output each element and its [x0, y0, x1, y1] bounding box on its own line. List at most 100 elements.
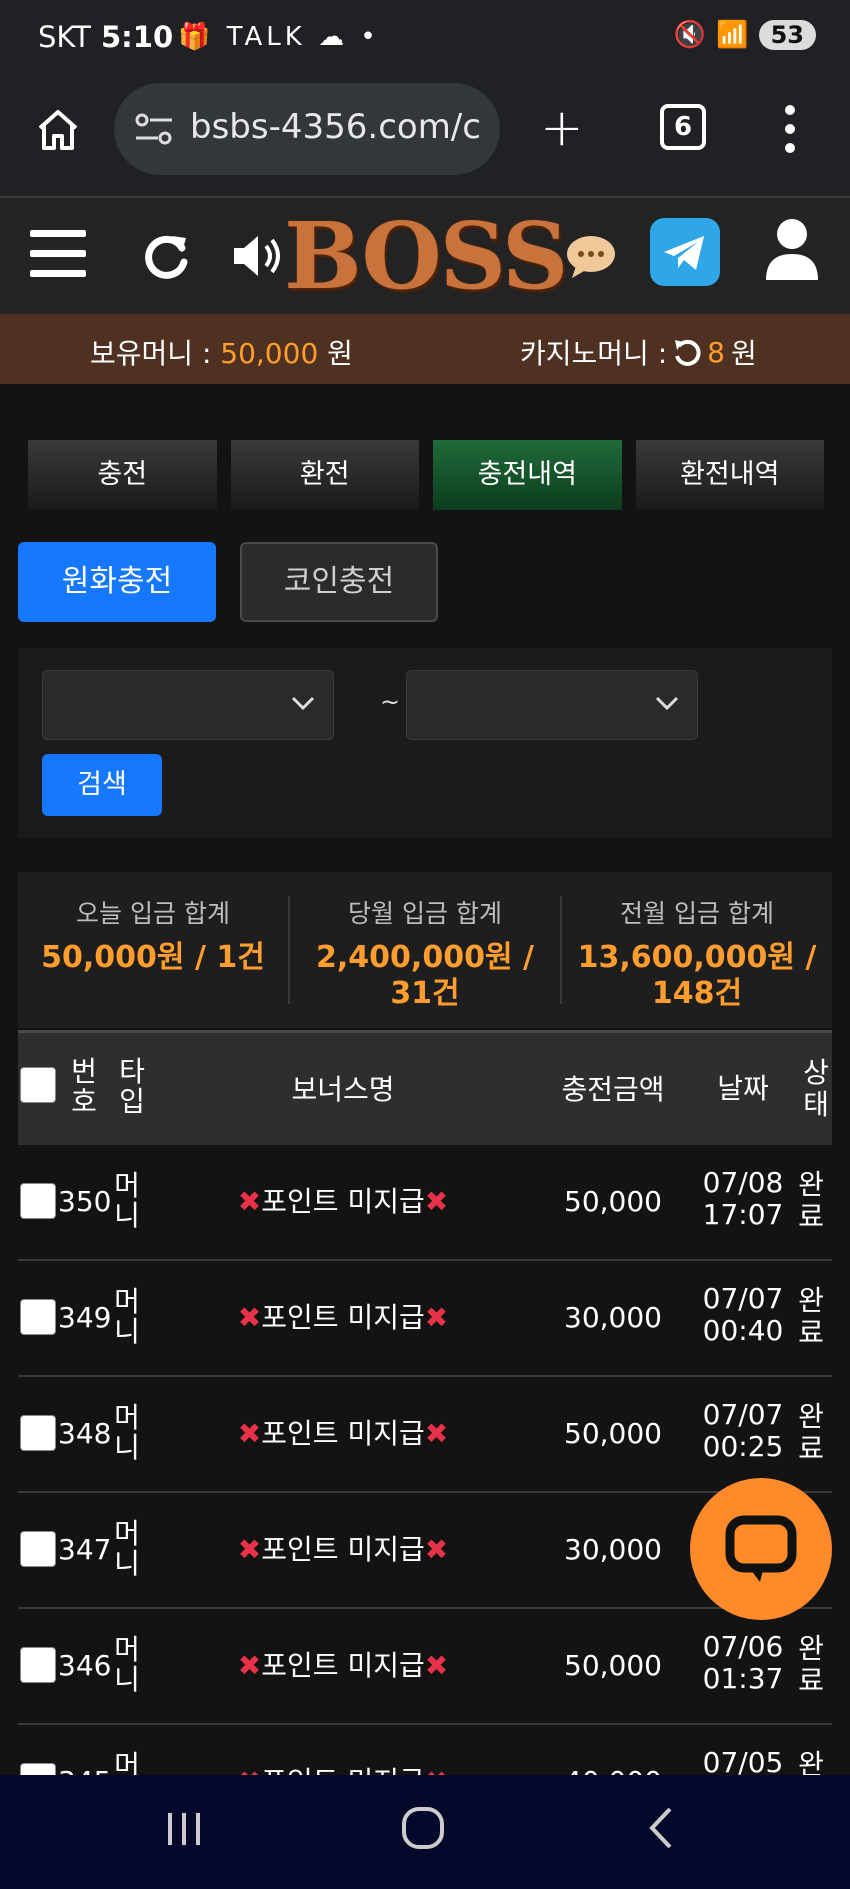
row-checkbox[interactable]: [20, 1647, 56, 1683]
row-status: 완료: [798, 1168, 824, 1233]
menu-icon[interactable]: [30, 230, 86, 278]
browser-toolbar: bsbs-4356.com/c + 6: [0, 78, 850, 198]
row-status: 완료: [798, 1284, 824, 1349]
casino-refresh-icon[interactable]: [673, 338, 701, 366]
bonus-name: 포인트 미지급: [261, 1185, 425, 1218]
back-icon[interactable]: [646, 1805, 676, 1851]
site-settings-icon[interactable]: [134, 111, 174, 147]
bonus-name: 포인트 미지급: [261, 1417, 425, 1450]
user-icon[interactable]: [764, 218, 820, 280]
live-chat-button[interactable]: [690, 1478, 832, 1620]
range-separator: ~: [380, 688, 401, 716]
carrier-label: SKT: [38, 20, 91, 54]
chat-icon[interactable]: [566, 234, 616, 278]
table-row[interactable]: 348 머니 ✖포인트 미지급✖ 50,000 07/07 00:25 완료: [18, 1377, 832, 1493]
header-number: 번호: [71, 1055, 97, 1118]
row-bonus: ✖포인트 미지급✖: [168, 1185, 518, 1219]
end-date-select[interactable]: [406, 670, 698, 740]
header-type: 타입: [119, 1055, 145, 1118]
row-type: 머니: [114, 1169, 140, 1232]
system-nav-bar: [0, 1775, 850, 1889]
main-tabs: 충전 환전 충전내역 환전내역: [28, 440, 824, 510]
more-menu-icon[interactable]: [780, 104, 800, 154]
x-mark-icon: ✖: [424, 1417, 449, 1450]
row-date: 07/07 00:40: [678, 1283, 808, 1347]
summary-label: 당월 입금 합계: [348, 899, 502, 928]
tab-krw-charge[interactable]: 원화충전: [18, 542, 216, 622]
header-status: 상태: [803, 1056, 829, 1121]
new-tab-button[interactable]: +: [540, 102, 584, 154]
x-mark-icon: ✖: [237, 1417, 262, 1450]
x-mark-icon: ✖: [424, 1649, 449, 1682]
tab-exchange-history[interactable]: 환전내역: [635, 440, 824, 510]
system-icons: 🔇 📶 53: [674, 20, 816, 50]
row-status: 완료: [798, 1400, 824, 1465]
start-date-select[interactable]: [42, 670, 334, 740]
table-header: 번호 타입 보너스명 충전금액 날짜 상태: [18, 1030, 832, 1145]
row-number: 346: [58, 1649, 112, 1682]
tab-charge[interactable]: 충전: [28, 440, 217, 510]
bonus-name: 포인트 미지급: [261, 1649, 425, 1682]
select-all-checkbox[interactable]: [20, 1067, 56, 1103]
row-date-time: 01:37: [702, 1662, 784, 1695]
url-text: bsbs-4356.com/c: [190, 107, 481, 147]
row-number: 350: [58, 1185, 112, 1218]
summary-label: 전월 입금 합계: [620, 899, 774, 928]
row-date-day: 07/08: [702, 1166, 784, 1199]
casino-label: 카지노머니 :: [520, 337, 668, 370]
row-amount: 50,000: [564, 1417, 662, 1450]
telegram-icon[interactable]: [650, 218, 720, 286]
row-type: 머니: [114, 1517, 140, 1580]
home-icon[interactable]: [34, 106, 82, 154]
tab-coin-charge[interactable]: 코인충전: [240, 542, 438, 622]
row-checkbox[interactable]: [20, 1299, 56, 1335]
tab-charge-history[interactable]: 충전내역: [433, 440, 622, 510]
sound-icon[interactable]: [230, 228, 290, 284]
x-mark-icon: ✖: [237, 1649, 262, 1682]
x-mark-icon: ✖: [424, 1533, 449, 1566]
holding-unit: 원: [318, 337, 353, 370]
row-number: 347: [58, 1533, 112, 1566]
holding-label: 보유머니 :: [90, 337, 221, 370]
home-nav-icon[interactable]: [400, 1805, 446, 1851]
tab-switcher-button[interactable]: 6: [660, 104, 706, 150]
row-checkbox[interactable]: [20, 1531, 56, 1567]
row-date-time: 00:25: [702, 1430, 784, 1463]
row-number: 349: [58, 1301, 112, 1334]
row-number: 348: [58, 1417, 112, 1450]
summary-value: 2,400,000원 / 31건: [316, 940, 534, 1011]
x-mark-icon: ✖: [237, 1533, 262, 1566]
row-date: 07/08 17:07: [678, 1167, 808, 1231]
table-row[interactable]: 346 머니 ✖포인트 미지급✖ 50,000 07/06 01:37 완료: [18, 1609, 832, 1725]
charge-history-table: 번호 타입 보너스명 충전금액 날짜 상태 350 머니 ✖포인트 미지급✖ 50,0…: [18, 1030, 832, 1841]
address-bar[interactable]: bsbs-4356.com/c: [114, 83, 500, 175]
table-row[interactable]: 350 머니 ✖포인트 미지급✖ 50,000 07/08 17:07 완료: [18, 1145, 832, 1261]
chevron-down-icon: [655, 696, 679, 711]
balance-bar: 보유머니 : 50,000 원 카지노머니 : 8 원: [0, 314, 850, 384]
charge-type-tabs: 원화충전 코인충전: [18, 542, 438, 622]
site-logo[interactable]: BOSS: [284, 208, 568, 304]
summary-value: 13,600,000원 / 148건: [577, 940, 817, 1011]
header-bonus: 보너스명: [291, 1073, 395, 1106]
row-date-time: 00:40: [702, 1314, 784, 1347]
recent-apps-icon[interactable]: [164, 1809, 204, 1849]
x-mark-icon: ✖: [424, 1301, 449, 1334]
x-mark-icon: ✖: [237, 1301, 262, 1334]
tab-exchange[interactable]: 환전: [230, 440, 419, 510]
table-row[interactable]: 349 머니 ✖포인트 미지급✖ 30,000 07/07 00:40 완료: [18, 1261, 832, 1377]
search-button[interactable]: 검색: [42, 754, 162, 816]
header-date: 날짜: [717, 1072, 769, 1105]
refresh-icon[interactable]: [138, 228, 194, 284]
mute-icon: 🔇: [673, 20, 707, 50]
row-checkbox[interactable]: [20, 1415, 56, 1451]
row-amount: 30,000: [564, 1533, 662, 1566]
status-bar: SKT 5:10 🎁 TALK ☁ • 🔇 📶 53: [0, 0, 850, 78]
bonus-name: 포인트 미지급: [261, 1533, 425, 1566]
row-bonus: ✖포인트 미지급✖: [168, 1301, 518, 1335]
row-date-day: 07/06: [702, 1630, 784, 1663]
row-checkbox[interactable]: [20, 1183, 56, 1219]
summary-month: 당월 입금 합계 2,400,000원 / 31건: [290, 896, 562, 1011]
casino-money: 카지노머니 : 8 원: [520, 332, 757, 372]
row-type: 머니: [114, 1633, 140, 1696]
casino-unit: 원: [730, 337, 757, 370]
